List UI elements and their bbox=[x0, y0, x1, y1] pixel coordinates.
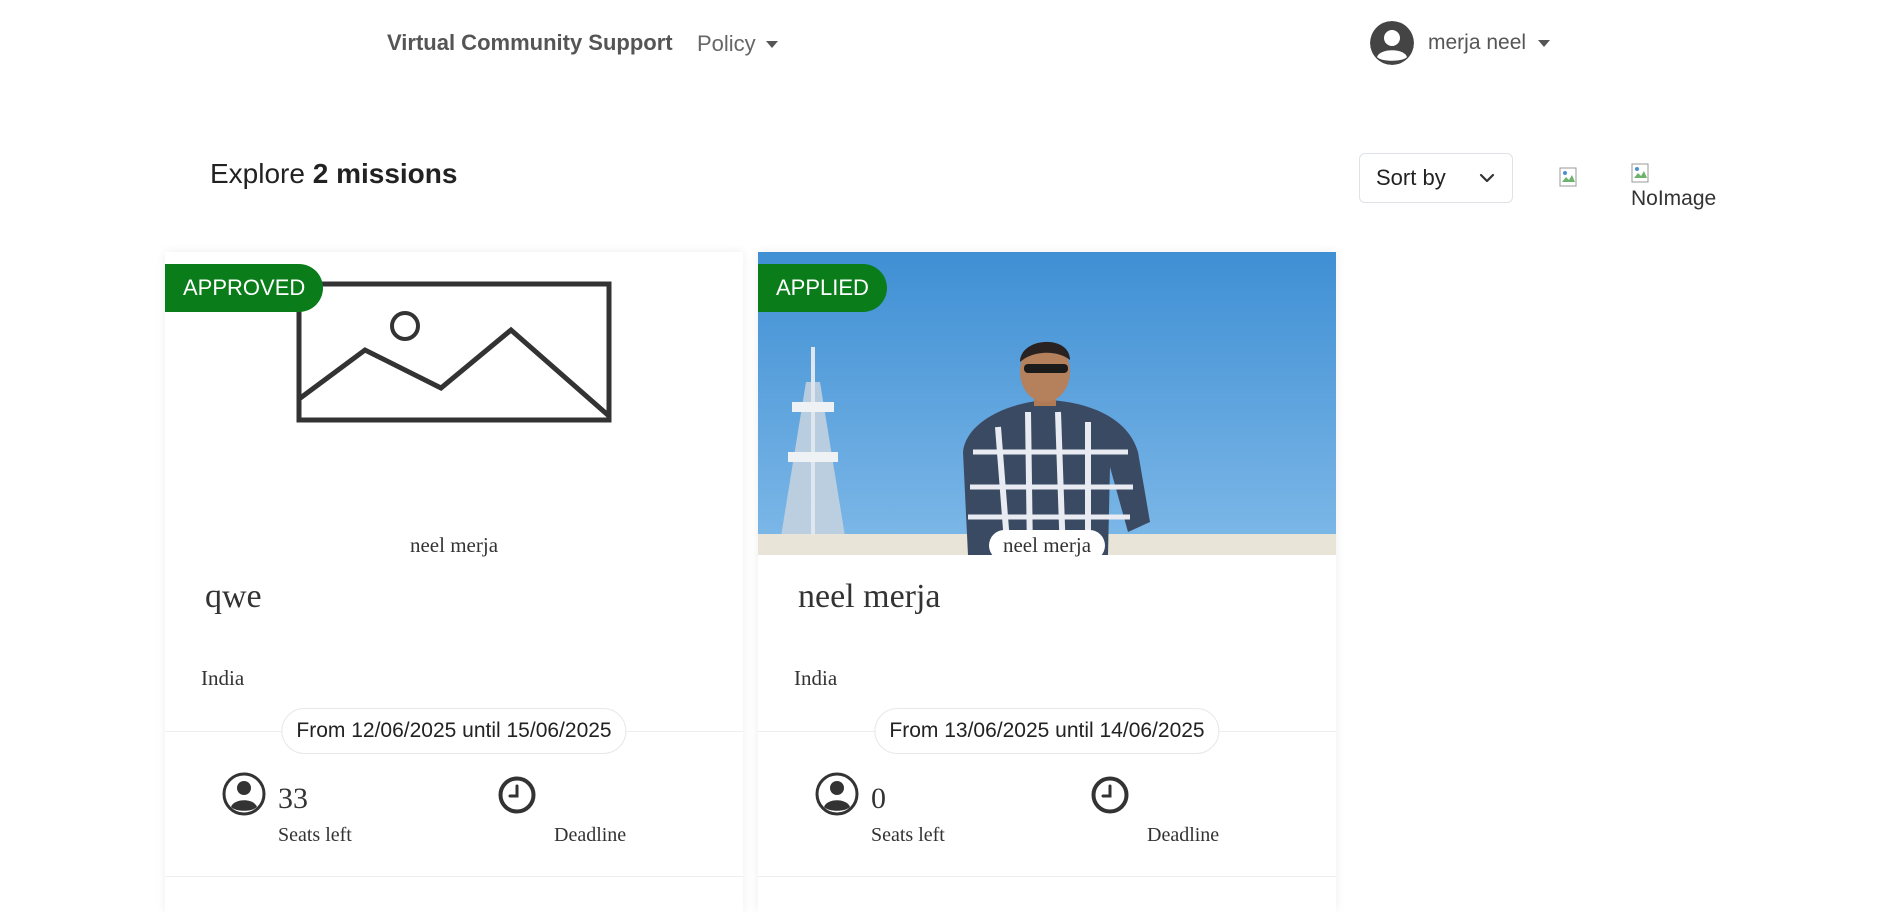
mission-card[interactable]: APPROVED neel merja qwe India From 12/06… bbox=[165, 252, 743, 912]
user-icon bbox=[222, 772, 266, 816]
seats-count: 0 bbox=[871, 782, 886, 815]
author-pill: neel merja bbox=[395, 530, 513, 561]
grid-view-button[interactable] bbox=[1559, 167, 1581, 189]
deadline-label: Deadline bbox=[554, 824, 627, 846]
explore-heading: Explore 2 missions bbox=[210, 158, 457, 190]
avatar bbox=[1370, 21, 1414, 65]
policy-label: Policy bbox=[697, 31, 756, 56]
brand-link[interactable]: Virtual Community Support bbox=[387, 30, 673, 56]
user-icon bbox=[815, 772, 859, 816]
author-pill: neel merja bbox=[988, 530, 1106, 561]
mission-country: India bbox=[201, 666, 245, 690]
mission-title[interactable]: neel merja bbox=[798, 578, 941, 616]
policy-dropdown[interactable]: Policy bbox=[697, 31, 778, 57]
explore-prefix: Explore bbox=[210, 158, 305, 189]
mission-title[interactable]: qwe bbox=[205, 578, 262, 616]
date-range: From 12/06/2025 until 15/06/2025 bbox=[281, 708, 627, 754]
broken-image-icon bbox=[1559, 167, 1577, 187]
user-avatar-icon bbox=[1370, 21, 1414, 65]
divider bbox=[758, 876, 1336, 877]
status-badge: APPROVED bbox=[165, 264, 324, 312]
seats-label: Seats left bbox=[871, 824, 945, 846]
seats-count: 33 bbox=[278, 782, 308, 815]
deadline-label: Deadline bbox=[1147, 824, 1220, 846]
clock-icon bbox=[1091, 776, 1129, 814]
date-range: From 13/06/2025 until 14/06/2025 bbox=[874, 708, 1220, 754]
user-name: merja neel bbox=[1428, 31, 1527, 54]
list-view-button[interactable]: NoImage bbox=[1631, 163, 1741, 210]
caret-down-icon bbox=[765, 40, 778, 48]
sort-label: Sort by bbox=[1376, 165, 1446, 190]
chevron-down-icon bbox=[1479, 173, 1495, 183]
seats-label: Seats left bbox=[278, 824, 352, 846]
divider bbox=[165, 876, 743, 877]
list-view-alt-text: NoImage bbox=[1631, 187, 1717, 210]
broken-image-icon bbox=[1631, 163, 1649, 183]
caret-down-icon bbox=[1538, 39, 1551, 47]
mission-card[interactable]: APPLIED neel merja neel merja India From… bbox=[758, 252, 1336, 912]
user-menu[interactable]: merja neel bbox=[1370, 21, 1551, 65]
mission-country: India bbox=[794, 666, 838, 690]
status-badge: APPLIED bbox=[758, 264, 887, 312]
mission-count: 2 missions bbox=[312, 158, 458, 189]
clock-icon bbox=[498, 776, 536, 814]
sort-select[interactable]: Sort by bbox=[1359, 153, 1513, 203]
